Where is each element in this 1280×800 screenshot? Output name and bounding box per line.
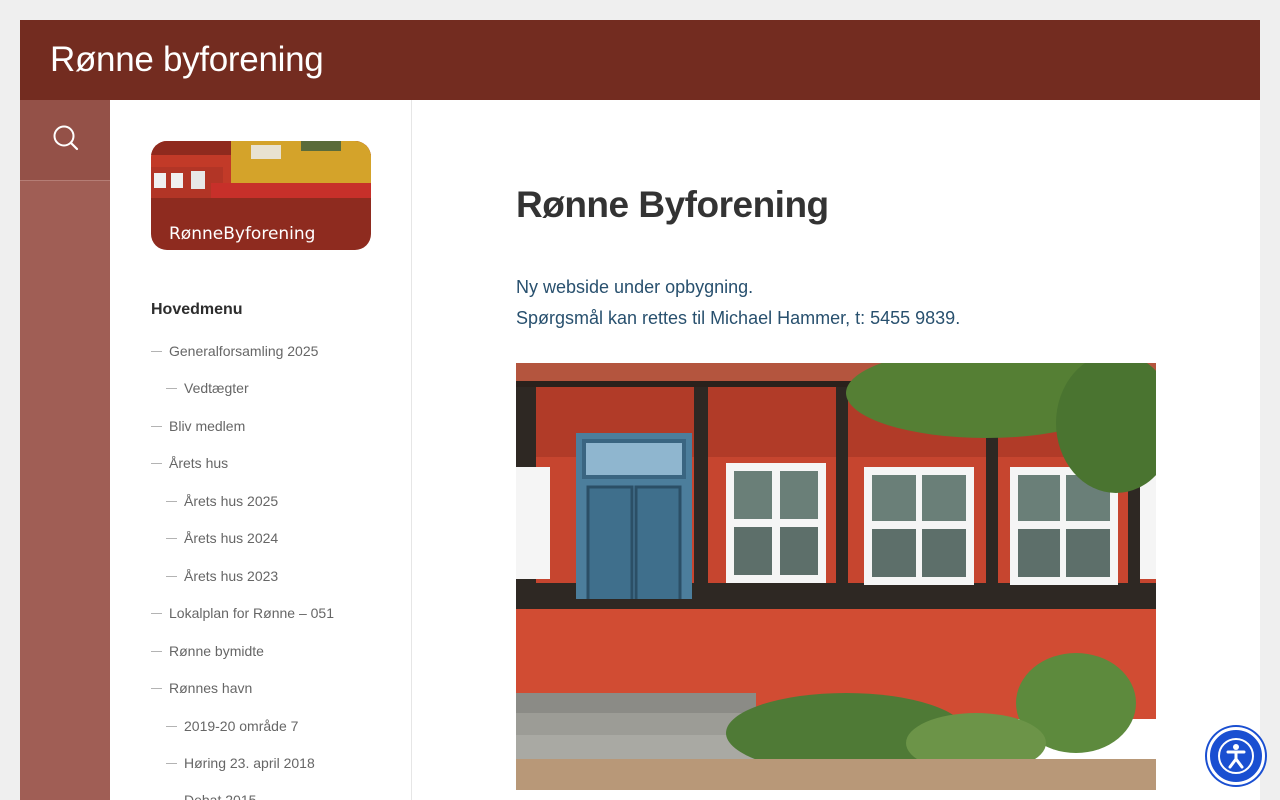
site-logo[interactable]: RønneByforening <box>151 141 371 250</box>
site-header: Rønne byforening <box>20 20 1260 100</box>
menu-item[interactable]: Årets hus 2024 <box>166 528 278 548</box>
dash-icon <box>151 462 162 464</box>
dash-icon <box>166 725 177 727</box>
dash-icon <box>166 387 177 389</box>
search-toggle[interactable] <box>20 100 110 181</box>
menu-item[interactable]: Årets hus 2025 <box>166 491 278 511</box>
dash-icon <box>166 537 177 539</box>
dash-icon <box>166 575 177 577</box>
main-content: Rønne Byforening Ny webside under opbygn… <box>412 100 1260 800</box>
dash-icon <box>151 350 162 352</box>
dash-icon <box>151 612 162 614</box>
accessibility-icon <box>1218 738 1254 774</box>
menu-item-label: Lokalplan for Rønne – 051 <box>169 605 334 621</box>
menu-item-label: Høring 23. april 2018 <box>184 755 315 771</box>
menu-item[interactable]: Bliv medlem <box>151 416 245 436</box>
logo-text: RønneByforening <box>169 224 315 244</box>
menu-item-label: 2019-20 område 7 <box>184 718 299 734</box>
dash-icon <box>151 425 162 427</box>
dash-icon <box>151 650 162 652</box>
menu-item[interactable]: Årets hus 2023 <box>166 566 278 586</box>
menu-item-label: Årets hus 2025 <box>184 493 279 509</box>
menu-item[interactable]: 2019-20 område 7 <box>166 716 298 736</box>
menu-item-label: Debat 2015 <box>184 792 257 800</box>
menu-item[interactable]: Debat 2015 <box>166 790 256 800</box>
menu-item-label: Vedtægter <box>184 380 249 396</box>
menu-item[interactable]: Generalforsamling 2025 <box>151 341 318 361</box>
left-rail <box>20 100 110 800</box>
intro-line: Ny webside under opbygning. <box>516 277 754 297</box>
dash-icon <box>151 687 162 689</box>
menu-item-label: Årets hus <box>169 455 229 471</box>
menu-item-label: Årets hus 2023 <box>184 568 279 584</box>
menu-item-label: Årets hus 2024 <box>184 530 279 546</box>
menu-item[interactable]: Rønne bymidte <box>151 641 264 661</box>
search-icon <box>53 125 79 151</box>
dash-icon <box>166 500 177 502</box>
menu-item[interactable]: Rønnes havn <box>151 678 252 698</box>
menu-item-label: Bliv medlem <box>169 418 246 434</box>
site-title[interactable]: Rønne byforening <box>50 40 324 80</box>
menu-item[interactable]: Høring 23. april 2018 <box>166 753 315 773</box>
intro-line: Spørgsmål kan rettes til Michael Hammer,… <box>516 308 961 328</box>
menu-item[interactable]: Vedtægter <box>166 378 249 398</box>
menu-item[interactable]: Lokalplan for Rønne – 051 <box>151 603 334 623</box>
accessibility-button[interactable] <box>1207 727 1265 785</box>
sidebar: RønneByforening Hovedmenu Generalforsaml… <box>110 100 412 800</box>
dash-icon <box>166 762 177 764</box>
house-photo <box>516 363 1156 790</box>
page-title: Rønne Byforening <box>516 184 829 225</box>
intro-text: Ny webside under opbygning. Spørgsmål ka… <box>516 272 960 334</box>
menu-heading: Hovedmenu <box>151 301 243 318</box>
menu-item-label: Generalforsamling 2025 <box>169 343 319 359</box>
menu-item-label: Rønnes havn <box>169 680 253 696</box>
menu-item[interactable]: Årets hus <box>151 453 228 473</box>
menu-item-label: Rønne bymidte <box>169 643 264 659</box>
